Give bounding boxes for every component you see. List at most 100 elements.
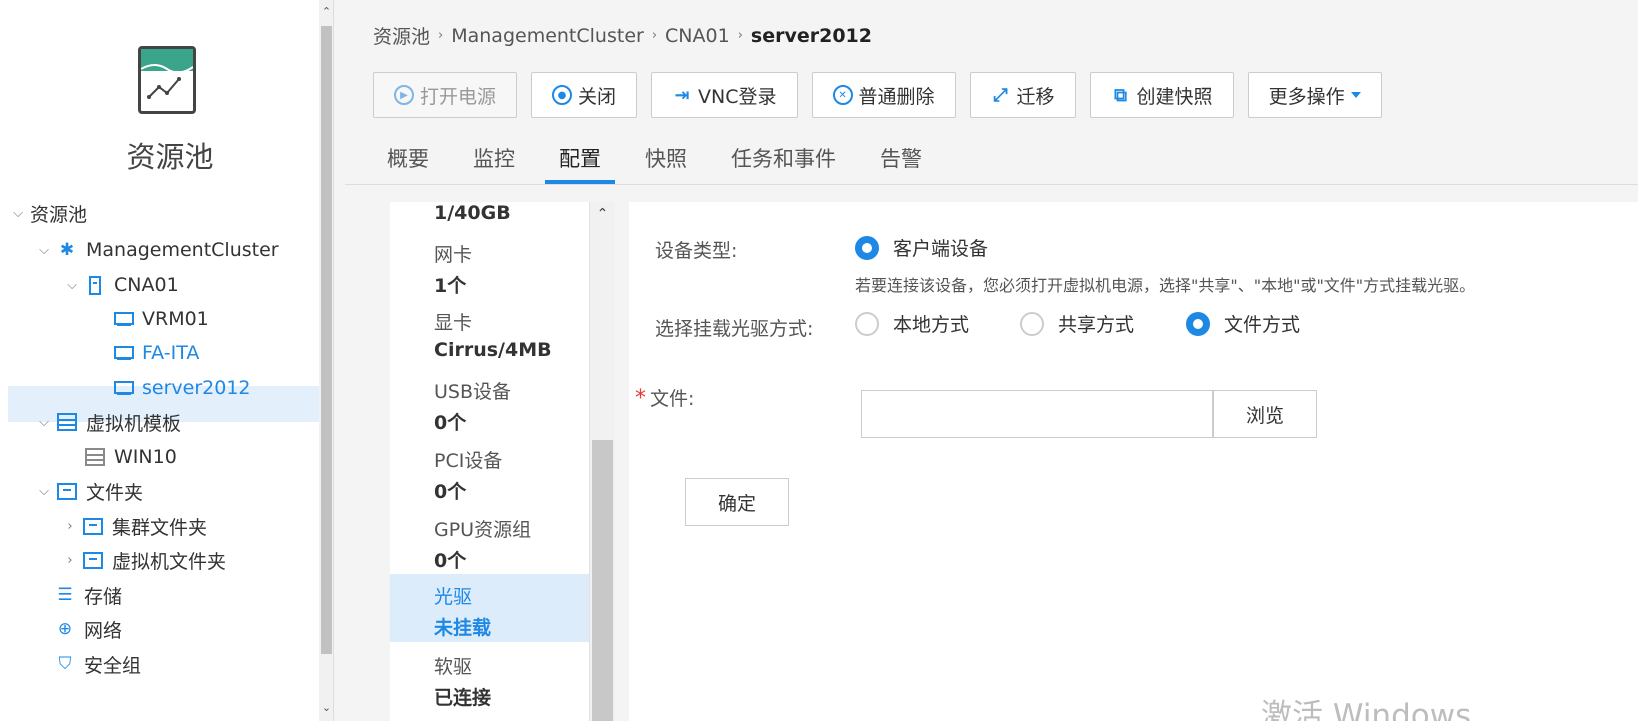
button-label: 打开电源	[420, 85, 497, 108]
confirm-button[interactable]: 确定	[685, 478, 789, 526]
tree-node-management-cluster[interactable]: ⌵ ✱ ManagementCluster	[36, 233, 279, 267]
config-item-label: USB设备	[434, 381, 512, 403]
browse-button[interactable]: 浏览	[1213, 390, 1317, 438]
mount-mode-label: 选择挂载光驱方式:	[655, 318, 814, 340]
config-item-label: 网卡	[434, 244, 473, 266]
shutdown-button[interactable]: ● 关闭	[531, 72, 638, 118]
tree-node-label: CNA01	[114, 274, 179, 296]
radio-client-device[interactable]: 客户端设备	[855, 234, 988, 261]
chevron-right-icon: ›	[438, 28, 444, 43]
tree-node-label: 集群文件夹	[112, 516, 208, 539]
vnc-login-button[interactable]: ⇥ VNC登录	[651, 72, 798, 118]
chevron-down-icon[interactable]: ⌵	[64, 278, 80, 293]
tree-node-label: server2012	[142, 377, 251, 399]
scrollbar-thumb[interactable]	[321, 26, 332, 654]
breadcrumb-current: server2012	[750, 24, 872, 47]
create-snapshot-button[interactable]: ⧉ 创建快照	[1089, 72, 1234, 118]
tree-node-network[interactable]: ⊕ 网络	[54, 612, 122, 646]
tab-snapshot[interactable]: 快照	[631, 134, 701, 184]
button-label: 普通删除	[858, 85, 935, 108]
left-nav: 资源池 ⌵ 资源池 ⌵ ✱ ManagementCluster ⌵ CNA01 …	[0, 0, 334, 721]
radio-dot[interactable]	[855, 311, 879, 336]
power-on-button[interactable]: ▶ 打开电源	[373, 72, 518, 118]
tree-node-vm-templates[interactable]: ⌵ 虚拟机模板	[36, 405, 181, 439]
tree-node-storage[interactable]: ☰ 存储	[54, 578, 122, 612]
config-item-pci[interactable]: PCI设备 0个	[390, 444, 589, 512]
config-item-label: 显卡	[434, 312, 473, 334]
login-icon: ⇥	[674, 84, 690, 106]
breadcrumb-item[interactable]: ManagementCluster	[451, 25, 644, 47]
breadcrumb: 资源池 › ManagementCluster › CNA01 › server…	[373, 22, 872, 49]
tree-node-label: 网络	[84, 619, 123, 642]
radio-label: 本地方式	[893, 314, 970, 336]
radio-label: 客户端设备	[893, 238, 989, 260]
button-label: 迁移	[1016, 85, 1055, 108]
tree-node-label: WIN10	[114, 446, 177, 468]
config-item-gpu-card[interactable]: 显卡 Cirrus/4MB	[390, 306, 589, 374]
tree-node-resource-pool[interactable]: ⌵ 资源池	[10, 196, 87, 230]
tab-config[interactable]: 配置	[545, 134, 615, 184]
scrollbar-thumb[interactable]	[592, 440, 613, 721]
tree-node-win10[interactable]: WIN10	[84, 440, 177, 474]
chevron-down-icon[interactable]: ⌵	[36, 484, 52, 499]
config-item-value: 0个	[434, 550, 467, 572]
breadcrumb-item[interactable]: CNA01	[665, 25, 730, 47]
chevron-down-icon[interactable]: ⌵	[10, 206, 26, 221]
chevron-right-icon[interactable]: ›	[62, 553, 78, 568]
tree-node-folders[interactable]: ⌵ 文件夹	[36, 474, 143, 508]
button-label: 更多操作	[1268, 85, 1345, 108]
config-item-nic[interactable]: 网卡 1个	[390, 238, 589, 306]
chevron-right-icon[interactable]: ›	[62, 519, 78, 534]
radio-dot[interactable]	[855, 235, 879, 260]
config-item-value: 1个	[434, 275, 467, 297]
cluster-icon: ✱	[59, 240, 75, 260]
radio-local-mode[interactable]: 本地方式	[855, 310, 969, 337]
tree-node-server2012[interactable]: server2012	[112, 371, 251, 405]
config-item-label: GPU资源组	[434, 519, 532, 541]
tab-divider	[345, 184, 1638, 185]
breadcrumb-item[interactable]: 资源池	[373, 22, 430, 49]
scroll-up-icon[interactable]: ⌃	[319, 2, 333, 22]
tab-tasks-events[interactable]: 任务和事件	[717, 134, 850, 184]
scroll-down-icon[interactable]: ⌄	[319, 698, 333, 718]
migrate-button[interactable]: ⤢ 迁移	[969, 72, 1076, 118]
cdrom-form: 设备类型: 客户端设备 若要连接该设备，您必须打开虚拟机电源，选择"共享"、"本…	[629, 202, 1638, 721]
config-item-usb[interactable]: USB设备 0个	[390, 375, 589, 443]
file-path-input[interactable]	[861, 390, 1213, 438]
config-item-floppy[interactable]: 软驱 已连接	[390, 650, 589, 718]
tree-node-vm-folders[interactable]: › 虚拟机文件夹	[62, 543, 226, 577]
radio-file-mode[interactable]: 文件方式	[1186, 310, 1300, 337]
chevron-down-icon[interactable]: ⌵	[36, 243, 52, 258]
vm-icon	[112, 308, 134, 330]
host-icon	[84, 274, 106, 296]
tree-node-vrm01[interactable]: VRM01	[112, 302, 209, 336]
config-item-disk[interactable]: 1/40GB	[390, 202, 589, 224]
template-icon	[84, 446, 106, 468]
stop-icon: ●	[552, 85, 573, 105]
config-list-scrollbar[interactable]: ⌃	[590, 202, 615, 721]
more-actions-button[interactable]: 更多操作	[1247, 72, 1382, 118]
tab-summary[interactable]: 概要	[373, 134, 443, 184]
radio-dot[interactable]	[1186, 311, 1210, 336]
device-type-label: 设备类型:	[655, 240, 738, 262]
tab-monitor[interactable]: 监控	[459, 134, 529, 184]
config-item-gpu-group[interactable]: GPU资源组 0个	[390, 513, 589, 581]
tree-node-cluster-folders[interactable]: › 集群文件夹	[62, 509, 207, 543]
scroll-up-icon[interactable]: ⌃	[590, 202, 615, 226]
vm-folder-icon	[82, 549, 104, 571]
radio-shared-mode[interactable]: 共享方式	[1020, 310, 1134, 337]
template-group-icon	[56, 411, 78, 433]
tab-alarms[interactable]: 告警	[866, 134, 936, 184]
chevron-down-icon[interactable]: ⌵	[36, 415, 52, 430]
mount-hint: 若要连接该设备，您必须打开虚拟机电源，选择"共享"、"本地"或"文件"方式挂载光…	[855, 276, 1476, 295]
left-scrollbar[interactable]: ⌃ ⌄	[319, 0, 333, 721]
windows-activation-watermark: 激活 Windows	[1261, 698, 1472, 721]
tree-node-fa-ita[interactable]: FA-ITA	[112, 336, 199, 370]
tree-node-security-group[interactable]: ⛉ 安全组	[54, 647, 141, 681]
radio-dot[interactable]	[1020, 311, 1044, 336]
nav-title: 资源池	[126, 140, 214, 174]
config-item-cdrom[interactable]: 光驱 未挂载	[390, 574, 589, 642]
tree-node-cna01[interactable]: ⌵ CNA01	[64, 268, 179, 302]
snapshot-icon: ⧉	[1114, 84, 1127, 106]
delete-button[interactable]: ✕ 普通删除	[811, 72, 956, 118]
